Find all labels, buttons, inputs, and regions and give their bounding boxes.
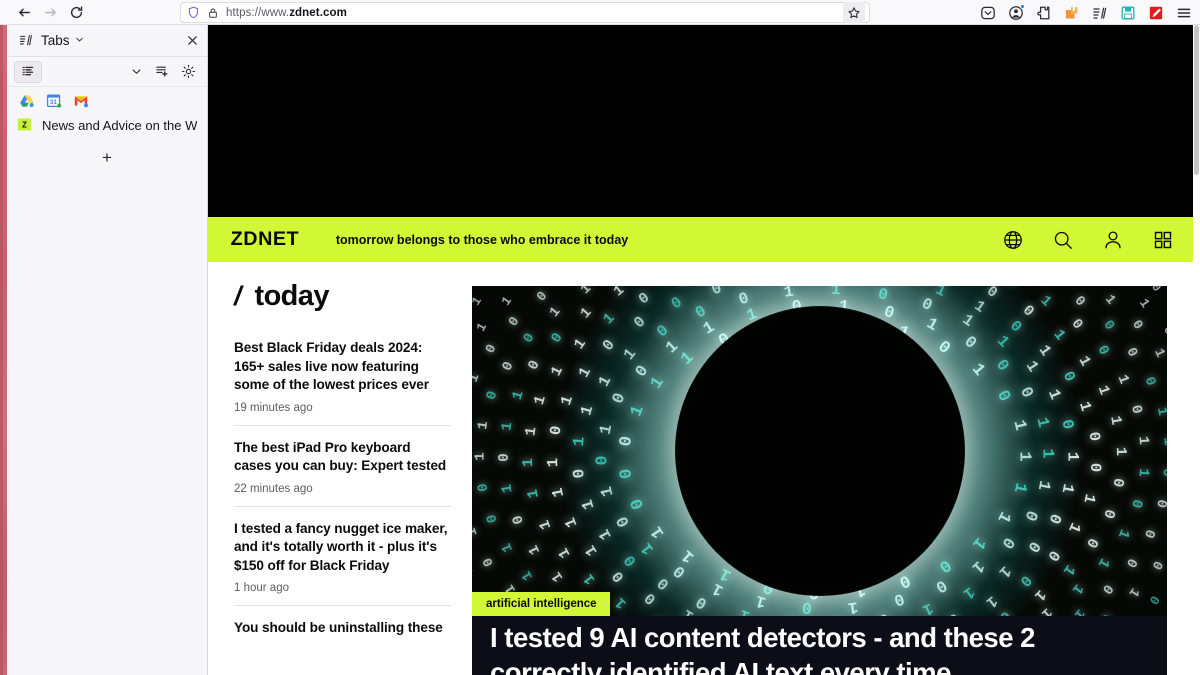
article-title[interactable]: Best Black Friday deals 2024: 165+ sales… [234, 339, 451, 395]
today-article-list: / today Best Black Friday deals 2024: 16… [208, 262, 473, 675]
page-top-black-area [208, 25, 1193, 217]
page-title: today [254, 280, 330, 312]
extensions-puzzle-icon[interactable] [1033, 2, 1054, 23]
reload-icon[interactable] [64, 1, 88, 23]
slash-mark: / [234, 281, 242, 311]
article-title[interactable]: You should be uninstalling these [234, 619, 451, 638]
shield-icon[interactable] [187, 6, 200, 19]
pocket-icon[interactable] [977, 2, 998, 23]
red-wand-extension-icon[interactable] [1145, 2, 1166, 23]
globe-icon[interactable] [1001, 228, 1025, 252]
toolbar-extensions [977, 0, 1194, 25]
padlock-icon[interactable] [207, 7, 219, 19]
hero-article[interactable]: 1111001001110001110001101011001001011010… [472, 262, 1193, 675]
sidebar-item-zdnet-tab[interactable]: Z News and Advice on the W [7, 114, 207, 136]
article-timestamp: 1 hour ago [234, 582, 289, 594]
orange-extension-icon[interactable] [1061, 2, 1082, 23]
browser-sidebar: Tabs 31 Z News and Advice on the W + [7, 25, 208, 675]
account-person-icon[interactable] [1101, 228, 1125, 252]
zdnet-favicon: Z [17, 117, 33, 133]
sidebar-title: Tabs [41, 33, 70, 48]
sidebar-toolbar [7, 57, 207, 87]
add-to-list-icon[interactable] [152, 62, 172, 82]
site-header: ZDNET tomorrow belongs to those who embr… [208, 217, 1193, 262]
tab-list-extension-icon[interactable] [1089, 2, 1110, 23]
list-view-icon[interactable] [14, 60, 42, 83]
site-tagline: tomorrow belongs to those who embrace it… [335, 232, 629, 247]
browser-toolbar: https://www.zdnet.com [0, 0, 1200, 25]
sidebar-item-label: News and Advice on the W [42, 117, 198, 133]
account-notification-badge [1020, 4, 1025, 9]
list-item[interactable]: You should be uninstalling these [234, 619, 451, 649]
background-window-edge [0, 25, 3, 675]
article-timestamp: 19 minutes ago [234, 401, 313, 414]
sidebar-favorites: 31 [7, 87, 207, 114]
hero-black-hole [674, 306, 965, 596]
svg-text:31: 31 [50, 99, 58, 106]
svg-text:Z: Z [22, 121, 27, 130]
article-timestamp: 22 minutes ago [234, 482, 313, 495]
list-item[interactable]: I tested a fancy nugget ice maker, and i… [234, 520, 451, 606]
article-title[interactable]: I tested a fancy nugget ice maker, and i… [234, 520, 451, 576]
grid-apps-icon[interactable] [1151, 228, 1175, 252]
url-text: https://www.zdnet.com [226, 6, 347, 19]
add-tab-button[interactable]: + [7, 144, 207, 172]
list-item[interactable]: The best iPad Pro keyboard cases you can… [234, 439, 451, 507]
list-item[interactable]: Best Black Friday deals 2024: 165+ sales… [234, 339, 451, 426]
site-nav-icons [1001, 217, 1175, 262]
scrollbar-thumb[interactable] [1194, 25, 1199, 175]
tab-list-icon [19, 33, 34, 48]
article-title[interactable]: The best iPad Pro keyboard cases you can… [234, 439, 451, 476]
sidebar-header: Tabs [7, 25, 207, 57]
chevron-down-icon[interactable] [75, 35, 84, 46]
back-arrow-icon[interactable] [12, 1, 36, 23]
save-floppy-extension-icon[interactable] [1117, 2, 1138, 23]
hero-category-tag[interactable]: artificial intelligence [472, 592, 610, 616]
navigation-buttons [0, 1, 88, 23]
forward-arrow-icon[interactable] [38, 1, 62, 23]
search-icon[interactable] [1051, 228, 1075, 252]
star-icon[interactable] [843, 2, 865, 23]
address-bar[interactable]: https://www.zdnet.com [180, 2, 870, 23]
app-menu-hamburger-icon[interactable] [1173, 2, 1194, 23]
google-calendar-favicon[interactable]: 31 [46, 93, 62, 109]
zdnet-logo[interactable]: ZDNET [231, 229, 299, 251]
account-icon[interactable] [1005, 2, 1026, 23]
close-icon[interactable] [186, 34, 199, 47]
gear-icon[interactable] [178, 62, 198, 82]
gmail-favicon[interactable] [73, 93, 89, 109]
page-viewport: ZDNET tomorrow belongs to those who embr… [208, 25, 1200, 675]
today-heading: / today [234, 280, 451, 313]
google-drive-favicon[interactable] [19, 93, 35, 109]
chevron-down-icon[interactable] [126, 62, 146, 82]
hero-image: 1111001001110001110001101011001001011010… [472, 286, 1167, 616]
hero-headline[interactable]: I tested 9 AI content detectors - and th… [490, 620, 1150, 675]
page-scrollbar[interactable] [1193, 25, 1200, 675]
screen: https://www.zdnet.com Tabs 31 Z News and… [0, 0, 1200, 675]
